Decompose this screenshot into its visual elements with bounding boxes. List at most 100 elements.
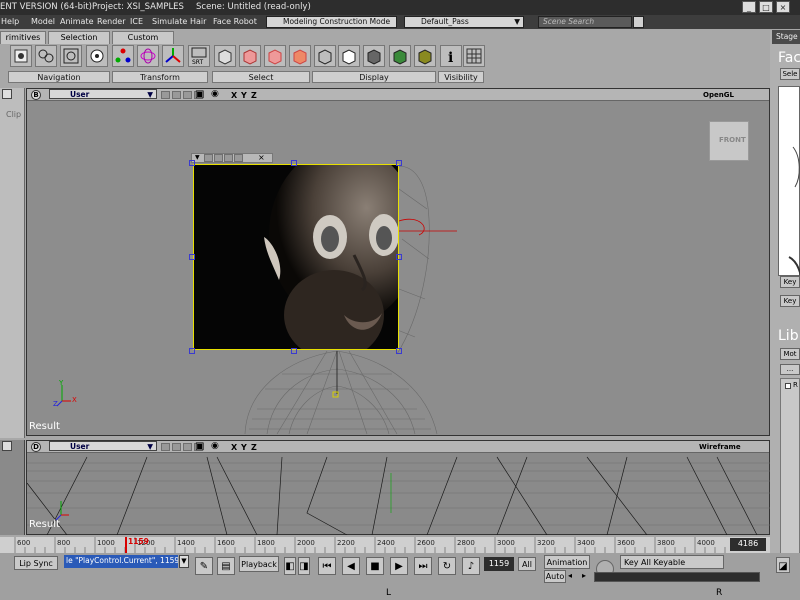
pass-combo[interactable]: Default_Pass ▼ [404,16,524,28]
frame-field[interactable]: 1159 [484,557,514,571]
end-frame-field[interactable]: 4186 [730,538,766,551]
lip-sync-button[interactable]: Lip Sync [14,556,58,570]
textured-display-icon[interactable] [389,45,411,67]
script-editor-icon[interactable]: ✎ [195,557,213,575]
shaded-display-icon[interactable] [363,45,385,67]
display-mode-d[interactable]: Wireframe [699,443,741,451]
textured-decal-display-icon[interactable] [414,45,436,67]
command-line-input[interactable]: le "PlayControl.Current", 1159 [64,555,178,568]
playhead[interactable] [125,537,127,553]
resize-handle[interactable] [291,348,297,354]
camera-icon[interactable]: ▣ [195,441,204,452]
menu-simulate[interactable]: Simulate [152,17,187,26]
all-button[interactable]: All [518,557,536,571]
close-button[interactable]: × [776,1,790,13]
view-option-1-icon[interactable] [161,443,170,451]
minimize-button[interactable]: _ [742,1,756,13]
next-key-icon[interactable]: ▸ [582,571,586,580]
menu-hair[interactable]: Hair [190,17,206,26]
render-region-titlebar[interactable]: ▼ × [191,153,273,163]
close-icon[interactable]: × [258,153,265,162]
tab-stage[interactable]: Stage [772,30,800,44]
previous-frame-icon[interactable]: ◀ [342,557,360,575]
audio-icon[interactable]: ♪ [462,557,480,575]
playback-button[interactable]: Playback [239,556,279,572]
orbit-icon[interactable] [10,45,32,67]
auto-key-button[interactable]: Auto [544,570,566,583]
resize-handle[interactable] [189,254,195,260]
dock-icon[interactable]: ◪ [776,557,790,573]
info-icon[interactable]: i [440,45,462,67]
menu-render[interactable]: Render [97,17,125,26]
region-option-4-icon[interactable] [234,154,243,162]
resize-handle[interactable] [396,160,402,166]
mode-combo[interactable]: Modeling Construction Mode [266,16,397,28]
more-button[interactable]: ... [780,364,800,375]
resize-handle[interactable] [189,348,195,354]
render-region[interactable] [193,164,399,350]
wireframe-display-icon[interactable] [314,45,336,67]
eye-icon[interactable]: ◉ [211,441,219,451]
region-option-2-icon[interactable] [214,154,223,162]
tab-primitives[interactable]: rimitives [0,31,46,44]
select-point-icon[interactable] [239,45,261,67]
select-button[interactable]: Sele [780,68,800,80]
checkbox[interactable] [785,383,791,389]
go-to-end-icon[interactable]: ⏭ [414,557,432,575]
command-icon[interactable]: ▤ [217,557,235,575]
view-option-2-icon[interactable] [172,443,181,451]
scale-icon[interactable] [112,45,134,67]
rotate-icon[interactable] [137,45,159,67]
display-group-label[interactable]: Display [312,71,436,83]
menu-ice[interactable]: ICE [130,17,143,26]
maximize-icon[interactable] [2,441,12,451]
viewport-b[interactable]: B User ▼ ▣ ◉ X Y Z OpenGL FRONT Y X Z ▼ … [26,88,770,436]
region-option-1-icon[interactable] [204,154,213,162]
tab-selection[interactable]: Selection [48,31,110,44]
target-icon[interactable] [86,45,108,67]
maximize-icon[interactable] [2,89,12,99]
resize-handle[interactable] [189,160,195,166]
menu-model[interactable]: Model [31,17,55,26]
hidden-line-display-icon[interactable] [338,45,360,67]
stop-icon[interactable]: ■ [366,557,384,575]
transform-group-label[interactable]: Transform [112,71,208,83]
menu-animate[interactable]: Animate [60,17,94,26]
timeline[interactable]: 600 800 1000 1200 1400 1600 1800 2000 2200 2400 26… [0,537,770,553]
zoom-icon[interactable] [60,45,82,67]
frame-forward-icon[interactable]: ◨ [298,557,310,575]
select-object-icon[interactable] [214,45,236,67]
frame-back-icon[interactable]: ◧ [284,557,296,575]
animation-button[interactable]: Animation [544,555,590,569]
select-group-label[interactable]: Select [212,71,310,83]
key-button-2[interactable]: Key [780,295,800,307]
translate-icon[interactable] [162,45,184,67]
select-edge-icon[interactable] [264,45,286,67]
maximize-button[interactable]: □ [759,1,773,13]
grid-icon[interactable] [463,45,485,67]
tab-custom[interactable]: Custom [112,31,174,44]
navigation-group-label[interactable]: Navigation [8,71,110,83]
view-option-3-icon[interactable] [183,443,192,451]
search-options-icon[interactable] [633,16,644,28]
menu-face-robot[interactable]: Face Robot [213,17,257,26]
axis-x-toggle[interactable]: X [231,443,237,452]
key-all-keyable-button[interactable]: Key All Keyable [620,555,724,569]
axis-y-toggle[interactable]: Y [241,443,247,452]
go-to-start-icon[interactable]: ⏮ [318,557,336,575]
resize-handle[interactable] [396,348,402,354]
loop-icon[interactable]: ↻ [438,557,456,575]
axis-z-toggle[interactable]: Z [251,443,257,452]
viewport-d-letter[interactable]: D [31,442,41,452]
camera-selector-d[interactable]: User ▼ [49,441,157,451]
region-option-3-icon[interactable] [224,154,233,162]
select-polygon-icon[interactable] [289,45,311,67]
prev-key-icon[interactable]: ◂ [568,571,572,580]
viewport-d[interactable]: D User ▼ ▣ ◉ X Y Z Wireframe Result [26,440,771,535]
tab-motion[interactable]: Mot [780,348,800,360]
srt-icon[interactable]: SRT [188,45,210,67]
pan-icon[interactable] [35,45,57,67]
scene-search-input[interactable]: Scene Search [538,16,632,28]
resize-handle[interactable] [291,160,297,166]
menu-help[interactable]: Help [1,17,19,26]
